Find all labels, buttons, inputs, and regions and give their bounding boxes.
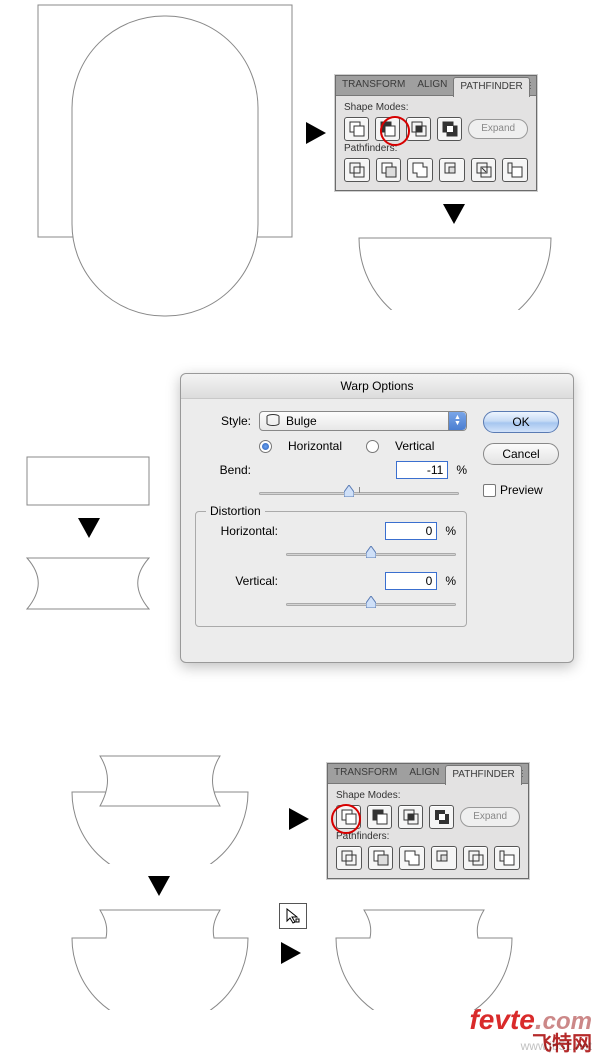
bend-unit: % bbox=[456, 463, 467, 477]
arrow-down-icon bbox=[148, 876, 170, 896]
arrow-down-icon bbox=[78, 518, 100, 538]
shapes-overlap-source bbox=[35, 2, 295, 322]
unite-button[interactable] bbox=[336, 805, 361, 829]
style-label: Style: bbox=[195, 414, 251, 428]
minus-back-button[interactable] bbox=[494, 846, 520, 870]
tab-transform[interactable]: TRANSFORM bbox=[328, 764, 403, 783]
merge-button[interactable] bbox=[399, 846, 425, 870]
divide-button[interactable] bbox=[344, 158, 370, 182]
exclude-button[interactable] bbox=[429, 805, 454, 829]
dist-h-unit: % bbox=[445, 524, 456, 538]
unite-result-shape bbox=[70, 908, 250, 1010]
warped-rectangle-shape bbox=[26, 557, 150, 611]
pathfinders-label: Pathfinders: bbox=[344, 143, 528, 154]
dist-v-label: Vertical: bbox=[206, 574, 278, 588]
outline-button[interactable] bbox=[463, 846, 489, 870]
unite-button[interactable] bbox=[344, 117, 369, 141]
distortion-group: Distortion Horizontal: 0 % Vertical: 0 % bbox=[195, 511, 467, 627]
distortion-legend: Distortion bbox=[206, 504, 265, 518]
orientation-horizontal-radio[interactable] bbox=[259, 440, 272, 453]
pathfinders-label: Pathfinders: bbox=[336, 831, 520, 842]
orientation-vertical-radio[interactable] bbox=[366, 440, 379, 453]
dist-v-input[interactable]: 0 bbox=[385, 572, 437, 590]
watermark-sub: 飞特网 bbox=[469, 1034, 592, 1054]
merge-button[interactable] bbox=[407, 158, 433, 182]
cancel-button[interactable]: Cancel bbox=[483, 443, 559, 465]
panel-menu-icon[interactable] bbox=[530, 76, 536, 95]
overlap-source-shapes-2 bbox=[70, 754, 250, 864]
trim-button[interactable] bbox=[376, 158, 402, 182]
minus-front-button[interactable] bbox=[367, 805, 392, 829]
tab-transform[interactable]: TRANSFORM bbox=[336, 76, 411, 95]
bend-input[interactable]: -11 bbox=[396, 461, 448, 479]
orientation-horizontal-label: Horizontal bbox=[288, 439, 342, 453]
dist-v-unit: % bbox=[445, 574, 456, 588]
shape-modes-label: Shape Modes: bbox=[336, 790, 520, 801]
pathfinder-panel: TRANSFORM ALIGN PATHFINDER Shape Modes: … bbox=[335, 75, 537, 191]
tab-pathfinder[interactable]: PATHFINDER bbox=[453, 77, 529, 97]
style-value: Bulge bbox=[286, 414, 317, 428]
arrow-down-icon bbox=[443, 204, 465, 224]
minus-front-button[interactable] bbox=[375, 117, 400, 141]
bend-slider[interactable] bbox=[259, 487, 459, 501]
select-arrows-icon: ▲▼ bbox=[448, 412, 466, 430]
dist-h-label: Horizontal: bbox=[206, 524, 278, 538]
outline-button[interactable] bbox=[471, 158, 497, 182]
watermark-faint: www.jb51.net bbox=[521, 1040, 592, 1052]
shape-modes-label: Shape Modes: bbox=[344, 102, 528, 113]
tab-pathfinder[interactable]: PATHFINDER bbox=[445, 765, 521, 785]
dist-h-slider[interactable] bbox=[286, 548, 456, 562]
exclude-button[interactable] bbox=[437, 117, 462, 141]
bulge-icon bbox=[266, 414, 280, 429]
panel-tabs: TRANSFORM ALIGN PATHFINDER bbox=[328, 764, 528, 784]
bend-label: Bend: bbox=[195, 463, 251, 477]
dist-h-input[interactable]: 0 bbox=[385, 522, 437, 540]
panel-tabs: TRANSFORM ALIGN PATHFINDER bbox=[336, 76, 536, 96]
minus-back-button[interactable] bbox=[502, 158, 528, 182]
expand-button[interactable]: Expand bbox=[460, 807, 520, 827]
ok-button[interactable]: OK bbox=[483, 411, 559, 433]
tab-align[interactable]: ALIGN bbox=[411, 76, 453, 95]
trim-button[interactable] bbox=[368, 846, 394, 870]
watermark-com: com bbox=[543, 1008, 592, 1035]
crop-button[interactable] bbox=[431, 846, 457, 870]
dialog-title: Warp Options bbox=[181, 374, 573, 399]
warp-options-dialog: Warp Options Style: Bulge ▲▼ Horizontal … bbox=[180, 373, 574, 663]
divide-button[interactable] bbox=[336, 846, 362, 870]
direct-selection-tool-icon bbox=[279, 903, 307, 929]
pathfinder-panel: TRANSFORM ALIGN PATHFINDER Shape Modes: … bbox=[327, 763, 529, 879]
minus-front-result-shape bbox=[357, 236, 553, 310]
preview-checkbox[interactable] bbox=[483, 484, 496, 497]
orientation-vertical-label: Vertical bbox=[395, 439, 434, 453]
watermark: fevte.com 飞特网 www.jb51.net bbox=[469, 1006, 592, 1054]
style-select[interactable]: Bulge ▲▼ bbox=[259, 411, 467, 431]
expand-button[interactable]: Expand bbox=[468, 119, 528, 139]
crop-button[interactable] bbox=[439, 158, 465, 182]
preview-label: Preview bbox=[500, 483, 543, 497]
arrow-right-icon bbox=[289, 808, 309, 830]
tab-align[interactable]: ALIGN bbox=[403, 764, 445, 783]
intersect-button[interactable] bbox=[406, 117, 431, 141]
arrow-right-icon bbox=[281, 942, 301, 964]
rectangle-source-shape bbox=[26, 456, 150, 506]
final-result-shape bbox=[334, 908, 514, 1010]
dist-v-slider[interactable] bbox=[286, 598, 456, 612]
intersect-button[interactable] bbox=[398, 805, 423, 829]
panel-menu-icon[interactable] bbox=[522, 764, 528, 783]
arrow-right-icon bbox=[306, 122, 326, 144]
